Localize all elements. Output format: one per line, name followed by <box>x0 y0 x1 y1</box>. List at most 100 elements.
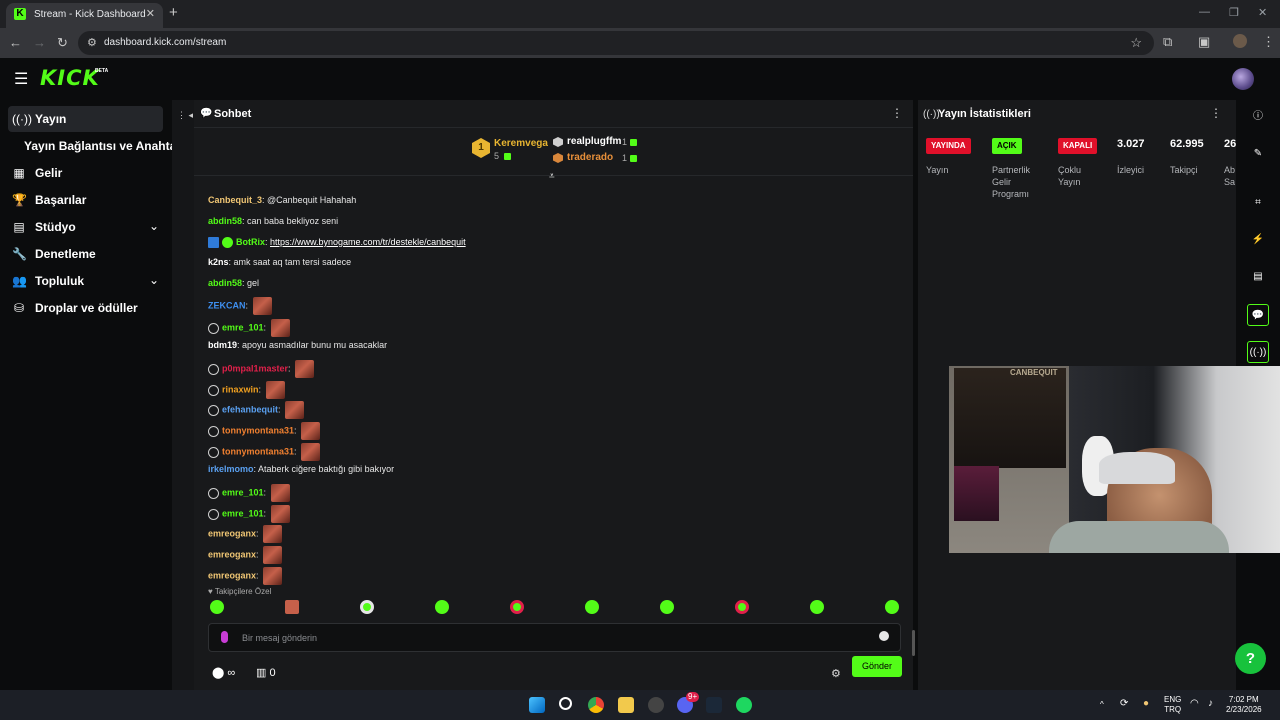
chat-username[interactable]: p0mpal1master <box>222 363 288 373</box>
chat-emote[interactable] <box>270 505 290 523</box>
url-input[interactable]: ⚙ dashboard.kick.com/stream ☆ <box>78 31 1154 55</box>
chat-username[interactable]: emreoganx <box>208 549 256 559</box>
emote-button[interactable] <box>285 600 299 614</box>
avatar[interactable] <box>1232 68 1254 90</box>
chat-username[interactable]: abdin58 <box>208 278 242 288</box>
chat-username[interactable]: tonnymontana31 <box>222 446 294 456</box>
profile-icon[interactable] <box>1233 34 1247 48</box>
emote-button[interactable] <box>435 600 449 614</box>
chat-username[interactable]: emre_101 <box>222 322 264 332</box>
chat-username[interactable]: tonnymontana31 <box>222 425 294 435</box>
emote-button[interactable] <box>360 600 374 614</box>
chat-emote[interactable] <box>301 422 321 440</box>
tray-overflow-icon[interactable]: ^ <box>1100 700 1104 710</box>
chat-username[interactable]: emreoganx <box>208 528 256 538</box>
sidebar-item-denetleme[interactable]: 🔧 Denetleme <box>8 241 163 267</box>
chat-settings-icon[interactable]: ⚙ <box>831 667 841 680</box>
site-info-icon[interactable]: ⚙ <box>87 36 97 49</box>
chat-emote[interactable] <box>301 443 321 461</box>
document-icon[interactable]: ▤ <box>1247 266 1269 288</box>
chrome-icon[interactable] <box>588 697 604 713</box>
clock[interactable]: 7:02 PM 2/23/2026 <box>1226 695 1262 715</box>
file-explorer-icon[interactable] <box>618 697 634 713</box>
language-indicator[interactable]: ENG TRQ <box>1164 695 1181 715</box>
support-chat-icon[interactable]: ? <box>1235 643 1266 674</box>
microphone-icon[interactable] <box>221 631 228 643</box>
info-icon[interactable]: ⓘ <box>1247 106 1269 128</box>
chat-menu-icon[interactable]: ⋮ <box>891 106 903 120</box>
emoji-picker-icon[interactable] <box>879 631 889 641</box>
reading-list-icon[interactable]: ▣ <box>1198 34 1210 50</box>
browser-tab[interactable]: K Stream - Kick Dashboard ✕ <box>6 3 163 28</box>
emote-button[interactable] <box>810 600 824 614</box>
emote-button[interactable] <box>585 600 599 614</box>
chat-username[interactable]: emreoganx <box>208 570 256 580</box>
chat-emote[interactable] <box>285 401 305 419</box>
stats-menu-icon[interactable]: ⋮ <box>1210 106 1222 120</box>
edit-icon[interactable]: ✎ <box>1247 143 1269 165</box>
window-close-icon[interactable]: ✕ <box>1258 6 1267 19</box>
chat-message-input[interactable]: Bir mesaj gönderin <box>208 623 901 652</box>
panel-divider[interactable]: ⋮ ◂ <box>172 100 194 690</box>
chat-scrollbar[interactable] <box>912 630 915 656</box>
steam-icon[interactable] <box>706 697 722 713</box>
back-icon[interactable]: ← <box>9 35 22 50</box>
chat-username[interactable]: abdin58 <box>208 216 242 226</box>
chat-username[interactable]: emre_101 <box>222 508 264 518</box>
chat-emote[interactable] <box>270 484 290 502</box>
forward-icon[interactable]: → <box>33 35 46 50</box>
restore-icon[interactable]: ❐ <box>1229 6 1239 19</box>
sidebar-item-droplar[interactable]: ⛁ Droplar ve ödüller <box>8 295 163 321</box>
microphone-icon[interactable]: ● <box>1143 699 1149 709</box>
leader-name[interactable]: traderado <box>567 152 613 163</box>
chat-bubble-icon[interactable]: 💬 <box>1247 304 1269 326</box>
browser-menu-icon[interactable]: ⋮ <box>1262 34 1275 50</box>
chat-username[interactable]: ZEKCAN <box>208 300 246 310</box>
chat-link[interactable]: https://www.bynogame.com/tr/destekle/can… <box>270 237 466 247</box>
bookmark-star-icon[interactable]: ☆ <box>1130 35 1142 51</box>
chat-emote[interactable] <box>263 525 283 543</box>
search-icon[interactable] <box>559 697 572 710</box>
sidebar-item-basarilar[interactable]: 🏆 Başarılar <box>8 187 163 213</box>
sidebar-item-topluluk[interactable]: 👥 Topluluk ⌄ <box>8 268 163 294</box>
emote-button[interactable] <box>660 600 674 614</box>
chat-emote[interactable] <box>252 297 272 315</box>
chat-emote[interactable] <box>270 319 290 337</box>
sidebar-item-gelir[interactable]: ▦ Gelir <box>8 160 163 186</box>
leader-name[interactable]: realplugffm <box>567 136 621 147</box>
chat-username[interactable]: BotRix <box>236 237 265 247</box>
chat-username[interactable]: bdm19 <box>208 340 237 350</box>
leader-name[interactable]: Keremvega <box>494 138 548 149</box>
emote-button[interactable] <box>510 600 524 614</box>
drag-handle-icon[interactable]: ⋮ ◂ <box>177 110 193 121</box>
new-tab-icon[interactable]: + <box>169 4 178 21</box>
focus-icon[interactable]: ⌗ <box>1247 192 1269 214</box>
volume-icon[interactable]: ♪ <box>1208 699 1213 709</box>
chat-emote[interactable] <box>265 381 285 399</box>
kick-logo[interactable]: KICK <box>40 66 100 90</box>
broadcast-icon[interactable]: ((·)) <box>1247 341 1269 363</box>
minimize-icon[interactable]: — <box>1199 6 1210 18</box>
wifi-icon[interactable]: ◠ <box>1190 699 1199 709</box>
chat-emote[interactable] <box>263 567 283 585</box>
chat-username[interactable]: Canbequit_3 <box>208 195 262 205</box>
emote-button[interactable] <box>210 600 224 614</box>
sidebar-item-yayin[interactable]: ((·)) Yayın <box>8 106 163 132</box>
network-sync-icon[interactable]: ⟳ <box>1120 699 1128 709</box>
spotify-icon[interactable] <box>736 697 752 713</box>
send-button[interactable]: Gönder <box>852 656 902 677</box>
chat-username[interactable]: efehanbequit <box>222 404 278 414</box>
sidebar-item-studyo[interactable]: ▤ Stüdyo ⌄ <box>8 214 163 240</box>
app-icon[interactable] <box>648 697 664 713</box>
chat-emote[interactable] <box>263 546 283 564</box>
tab-close-icon[interactable]: ✕ <box>146 7 155 20</box>
emote-button[interactable] <box>885 600 899 614</box>
chat-username[interactable]: rinaxwin <box>222 384 259 394</box>
chat-username[interactable]: k2ns <box>208 257 229 267</box>
chat-emote[interactable] <box>295 360 315 378</box>
channel-points[interactable]: ⬤ ∞ <box>212 666 235 679</box>
reload-icon[interactable]: ↻ <box>57 35 68 51</box>
store-button[interactable]: ▥ 0 <box>256 666 276 679</box>
chat-username[interactable]: emre_101 <box>222 487 264 497</box>
windows-start-icon[interactable] <box>529 697 545 713</box>
